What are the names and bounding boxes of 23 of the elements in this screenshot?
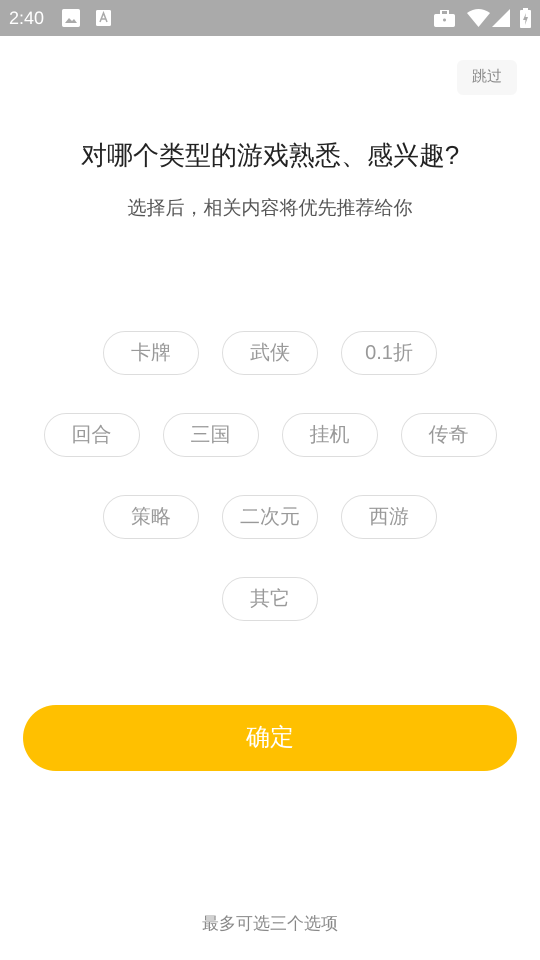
status-time: 2:40 [9, 6, 44, 30]
title: 对哪个类型的游戏熟悉、感兴趣? [80, 139, 460, 171]
genre-tag[interactable]: 回合 [44, 413, 140, 457]
genre-tag[interactable]: 0.1折 [341, 331, 437, 375]
wifi-icon [467, 9, 490, 27]
genre-tag[interactable]: 西游 [341, 495, 437, 539]
skip-button[interactable]: 跳过 [457, 60, 517, 95]
genre-tag[interactable]: 传奇 [400, 413, 496, 457]
genre-tag[interactable]: 三国 [162, 413, 258, 457]
subtitle: 选择后，相关内容将优先推荐给你 [126, 197, 414, 221]
genre-tag[interactable]: 挂机 [282, 413, 378, 457]
genre-tag[interactable]: 策略 [103, 495, 199, 539]
signal-icon [492, 9, 510, 27]
footer-note: 最多可选三个选项 [201, 912, 339, 934]
genre-tag[interactable]: 卡牌 [103, 331, 199, 375]
battery-icon [520, 8, 531, 28]
briefcase-icon [434, 10, 455, 26]
image-icon [62, 9, 80, 27]
genre-tag[interactable]: 二次元 [222, 495, 318, 539]
font-icon [96, 10, 112, 26]
confirm-button[interactable]: 确定 [23, 705, 517, 771]
genre-tag[interactable]: 其它 [222, 577, 318, 621]
genre-tag[interactable]: 武侠 [222, 331, 318, 375]
